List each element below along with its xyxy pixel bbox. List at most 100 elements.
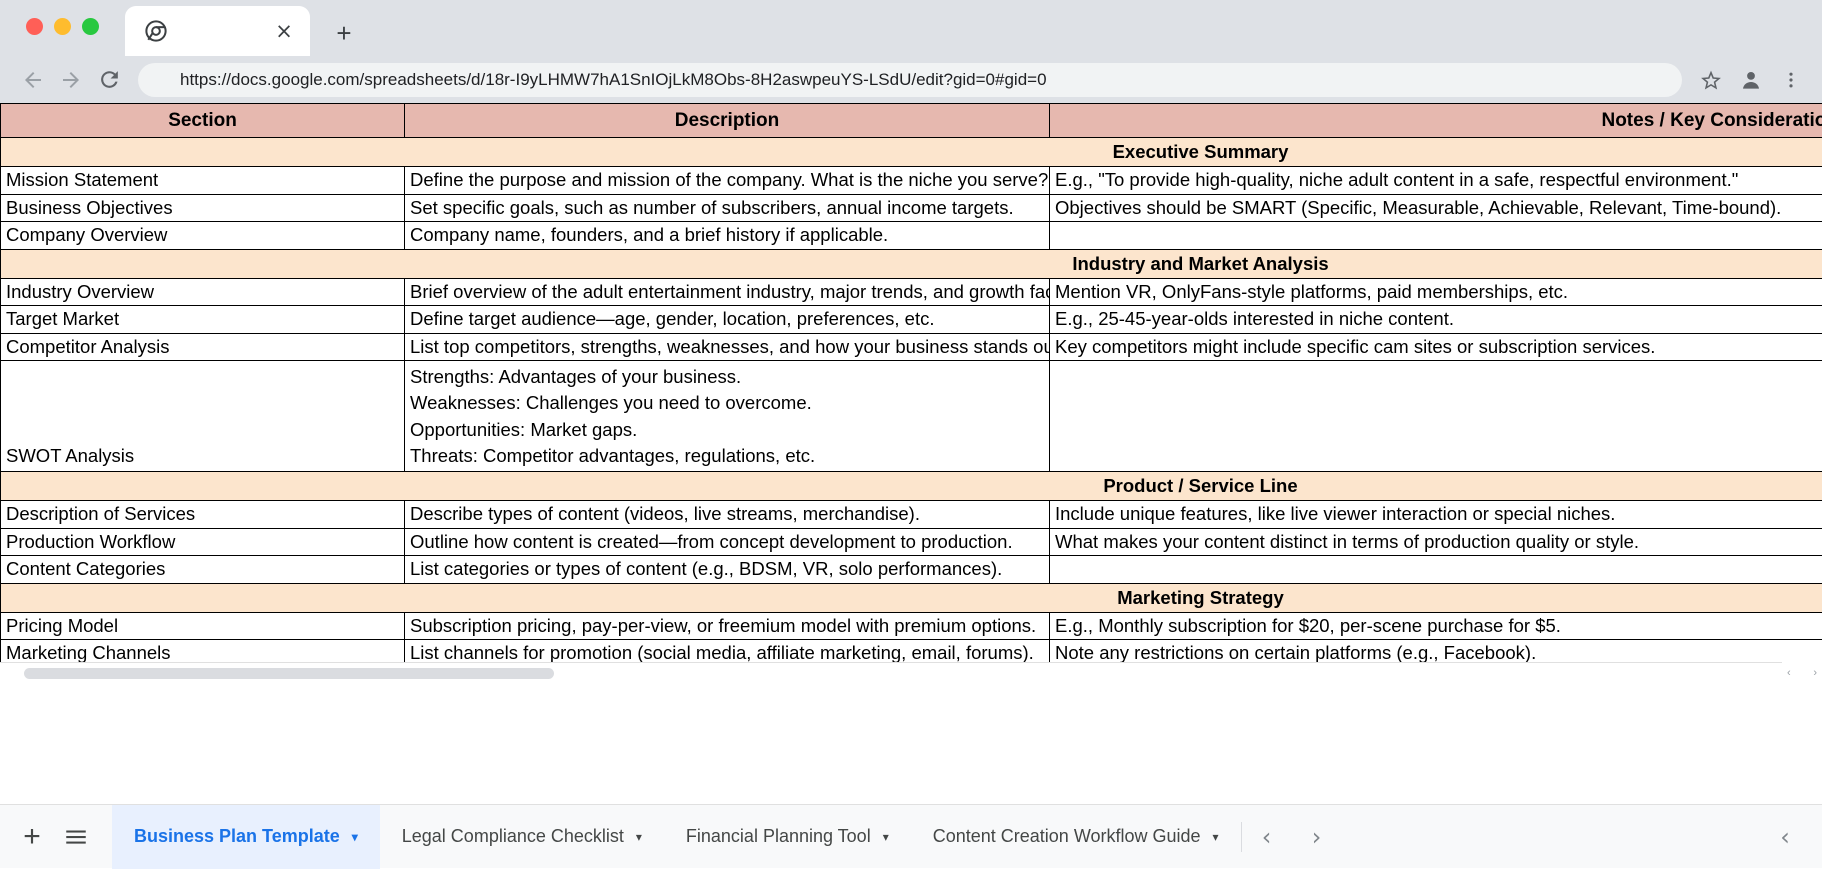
section-title[interactable]: Industry and Market Analysis (1, 249, 1822, 278)
address-bar[interactable]: https://docs.google.com/spreadsheets/d/1… (138, 63, 1682, 97)
sheet-tab-label: Financial Planning Tool (686, 826, 871, 847)
cell-notes[interactable]: Key competitors might include specific c… (1050, 333, 1822, 361)
table-row[interactable]: Mission Statement Define the purpose and… (1, 167, 1822, 195)
section-title[interactable]: Marketing Strategy (1, 583, 1822, 612)
table-row[interactable]: Pricing Model Subscription pricing, pay-… (1, 612, 1822, 640)
cell-notes[interactable]: Mention VR, OnlyFans-style platforms, pa… (1050, 278, 1822, 306)
sheet-tab-business-plan-template[interactable]: Business Plan Template ▾ (112, 805, 380, 869)
table-row[interactable]: Description of Services Describe types o… (1, 501, 1822, 529)
sheet-tab-financial-planning-tool[interactable]: Financial Planning Tool ▾ (664, 805, 911, 869)
section-banner-row[interactable]: Industry and Market Analysis (1, 249, 1822, 278)
cell-description-multiline[interactable]: Strengths: Advantages of your business. … (405, 361, 1050, 472)
cell-description[interactable]: Describe types of content (videos, live … (405, 501, 1050, 529)
table-row[interactable]: Business Objectives Set specific goals, … (1, 194, 1822, 222)
cell-section[interactable]: Pricing Model (1, 612, 405, 640)
browser-tab[interactable]: × (125, 6, 310, 56)
cell-description[interactable]: Company name, founders, and a brief hist… (405, 222, 1050, 250)
sheet-tab-legal-compliance-checklist[interactable]: Legal Compliance Checklist ▾ (380, 805, 664, 869)
scroll-right-arrow-icon[interactable]: › (1813, 667, 1817, 679)
profile-avatar-icon[interactable] (1734, 63, 1768, 97)
chevron-down-icon[interactable]: ▾ (352, 831, 358, 843)
horizontal-scrollbar[interactable] (0, 662, 1782, 684)
chevron-down-icon[interactable]: ▾ (636, 831, 642, 843)
cell-description[interactable]: List top competitors, strengths, weaknes… (405, 333, 1050, 361)
table-header-row: Section Description Notes / Key Consider… (1, 104, 1822, 138)
sheet-tab-bar: + Business Plan Template ▾ Legal Complia… (0, 804, 1822, 868)
next-sheet-arrow-icon[interactable]: › (1292, 815, 1342, 859)
cell-notes[interactable]: E.g., 25-45-year-olds interested in nich… (1050, 306, 1822, 334)
cell-description[interactable]: List categories or types of content (e.g… (405, 556, 1050, 584)
cell-notes[interactable] (1050, 222, 1822, 250)
cell-description[interactable]: Brief overview of the adult entertainmen… (405, 278, 1050, 306)
swot-line-opportunities: Opportunities: Market gaps. (410, 417, 1044, 443)
section-title[interactable]: Executive Summary (1, 138, 1822, 167)
close-tab-icon[interactable]: × (274, 21, 294, 41)
add-sheet-button[interactable]: + (10, 815, 54, 859)
cell-notes[interactable]: E.g., Monthly subscription for $20, per-… (1050, 612, 1822, 640)
table-row[interactable]: Competitor Analysis List top competitors… (1, 333, 1822, 361)
cell-section[interactable]: Production Workflow (1, 528, 405, 556)
cell-description[interactable]: Define target audience—age, gender, loca… (405, 306, 1050, 334)
maximize-window-button[interactable] (82, 18, 99, 35)
cell-notes[interactable] (1050, 361, 1822, 472)
previous-sheet-arrow-icon[interactable]: ‹ (1242, 815, 1292, 859)
chevron-down-icon[interactable]: ▾ (1213, 831, 1219, 843)
sheet-tab-label: Content Creation Workflow Guide (933, 826, 1201, 847)
cell-description[interactable]: Set specific goals, such as number of su… (405, 194, 1050, 222)
cell-section[interactable]: Company Overview (1, 222, 405, 250)
browser-toolbar: https://docs.google.com/spreadsheets/d/1… (0, 56, 1822, 103)
cell-notes[interactable] (1050, 556, 1822, 584)
cell-section[interactable]: Industry Overview (1, 278, 405, 306)
section-banner-row[interactable]: Marketing Strategy (1, 583, 1822, 612)
cell-description[interactable]: Define the purpose and mission of the co… (405, 167, 1050, 195)
sheet-bar-right-group: ‹ (1760, 815, 1822, 859)
swot-line-threats: Threats: Competitor advantages, regulati… (410, 443, 1044, 469)
bookmark-star-icon[interactable] (1694, 63, 1728, 97)
horizontal-scrollbar-thumb[interactable] (24, 668, 554, 679)
cell-notes[interactable]: What makes your content distinct in term… (1050, 528, 1822, 556)
back-arrow-icon[interactable] (14, 61, 52, 99)
section-title[interactable]: Product / Service Line (1, 472, 1822, 501)
table-row-swot[interactable]: SWOT Analysis Strengths: Advantages of y… (1, 361, 1822, 472)
hamburger-all-sheets-icon[interactable] (54, 815, 98, 859)
cell-notes[interactable]: E.g., "To provide high-quality, niche ad… (1050, 167, 1822, 195)
new-tab-button[interactable]: + (330, 20, 358, 48)
cell-section[interactable]: Business Objectives (1, 194, 405, 222)
three-dot-menu-icon[interactable] (1774, 63, 1808, 97)
column-header-section[interactable]: Section (1, 104, 405, 138)
cell-notes[interactable]: Include unique features, like live viewe… (1050, 501, 1822, 529)
url-text[interactable]: https://docs.google.com/spreadsheets/d/1… (152, 70, 1047, 90)
table-row[interactable]: Industry Overview Brief overview of the … (1, 278, 1822, 306)
section-banner-row[interactable]: Product / Service Line (1, 472, 1822, 501)
column-header-notes[interactable]: Notes / Key Considerations (1050, 104, 1822, 138)
minimize-window-button[interactable] (54, 18, 71, 35)
sheet-tab-content-creation-workflow-guide[interactable]: Content Creation Workflow Guide ▾ (911, 805, 1241, 869)
cell-section[interactable]: Mission Statement (1, 167, 405, 195)
cell-section[interactable]: Content Categories (1, 556, 405, 584)
cell-section[interactable]: Competitor Analysis (1, 333, 405, 361)
cell-section[interactable]: Description of Services (1, 501, 405, 529)
cell-section[interactable]: SWOT Analysis (1, 361, 405, 472)
scroll-left-arrow-icon[interactable]: ‹ (1787, 667, 1791, 679)
column-header-description[interactable]: Description (405, 104, 1050, 138)
table-row[interactable]: Content Categories List categories or ty… (1, 556, 1822, 584)
swot-line-strengths: Strengths: Advantages of your business. (410, 364, 1044, 390)
cell-description[interactable]: Outline how content is created—from conc… (405, 528, 1050, 556)
spreadsheet-table[interactable]: Section Description Notes / Key Consider… (0, 103, 1822, 684)
scroll-arrows-group[interactable]: ‹ › (1782, 662, 1822, 684)
spreadsheet-grid-area[interactable]: Section Description Notes / Key Consider… (0, 103, 1822, 684)
sheet-tab-label: Legal Compliance Checklist (402, 826, 624, 847)
table-row[interactable]: Company Overview Company name, founders,… (1, 222, 1822, 250)
collapse-panel-arrow-icon[interactable]: ‹ (1760, 815, 1810, 859)
table-row[interactable]: Production Workflow Outline how content … (1, 528, 1822, 556)
forward-arrow-icon[interactable] (52, 61, 90, 99)
reload-icon[interactable] (90, 61, 128, 99)
section-banner-row[interactable]: Executive Summary (1, 138, 1822, 167)
cell-notes[interactable]: Objectives should be SMART (Specific, Me… (1050, 194, 1822, 222)
cell-section[interactable]: Target Market (1, 306, 405, 334)
sheet-tab-label: Business Plan Template (134, 826, 340, 847)
close-window-button[interactable] (26, 18, 43, 35)
chevron-down-icon[interactable]: ▾ (883, 831, 889, 843)
cell-description[interactable]: Subscription pricing, pay-per-view, or f… (405, 612, 1050, 640)
table-row[interactable]: Target Market Define target audience—age… (1, 306, 1822, 334)
